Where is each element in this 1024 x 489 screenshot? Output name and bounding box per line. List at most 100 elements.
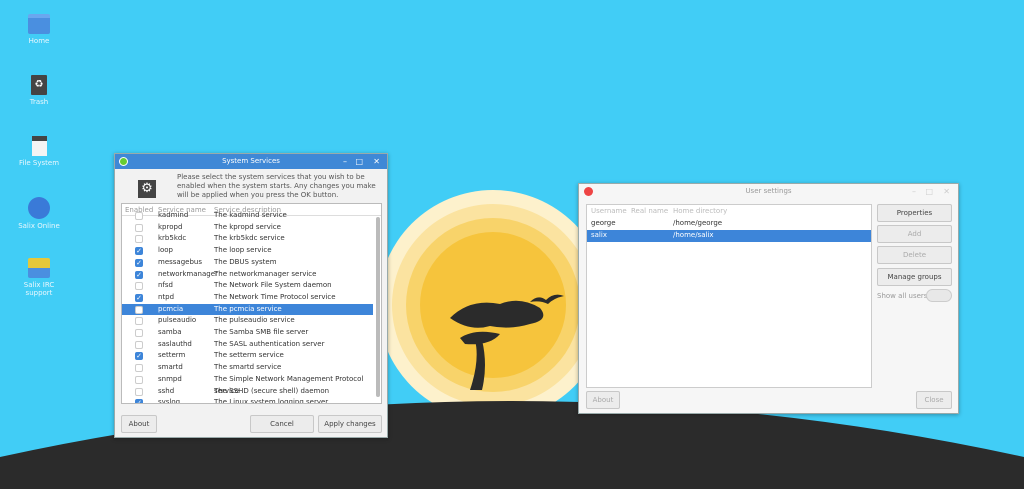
table-row[interactable]: smartd The smartd service <box>122 362 373 374</box>
delete-button[interactable]: Delete <box>877 246 952 264</box>
table-row[interactable]: ✓ ntpd The Network Time Protocol service <box>122 292 373 304</box>
table-row[interactable]: pcmcia The pcmcia service <box>122 303 373 316</box>
table-row[interactable]: nfsd The Network File System daemon <box>122 280 373 292</box>
checkbox-checked[interactable]: ✓ <box>135 270 143 279</box>
title-bar: User settings – □ ✕ <box>579 184 958 199</box>
service-description: The smartd service <box>214 363 282 372</box>
checkbox-unchecked[interactable] <box>135 212 143 220</box>
table-row[interactable]: sshd The SSHD (secure shell) daemon <box>122 386 373 398</box>
maximize-button[interactable]: □ <box>355 154 363 169</box>
home-directory: /home/george <box>673 219 723 227</box>
checkbox-unchecked[interactable] <box>135 329 143 337</box>
service-name: snmpd <box>158 374 182 383</box>
service-description: The loop service <box>214 246 272 255</box>
table-row[interactable]: snmpd The Simple Network Management Proto… <box>122 374 373 395</box>
checkbox-checked[interactable]: ✓ <box>135 399 143 403</box>
table-row[interactable]: krb5kdc The krb5kdc service <box>122 233 373 245</box>
table-row[interactable]: saslauthd The SASL authentication server <box>122 339 373 351</box>
table-row[interactable]: samba The Samba SMB file server <box>122 327 373 339</box>
table-row[interactable]: george/home/george <box>587 218 871 230</box>
scrollbar[interactable] <box>376 217 380 397</box>
desktop-icon[interactable]: File System <box>14 136 64 167</box>
service-name: saslauthd <box>158 339 192 348</box>
service-name: syslog <box>158 398 181 404</box>
maximize-button[interactable]: □ <box>925 184 933 199</box>
table-row[interactable]: kadmind The kadmind service <box>122 210 373 222</box>
desktop-icon-label: Home <box>28 37 50 45</box>
users-table[interactable]: Username Real name Home directory george… <box>586 204 872 388</box>
window-title: System Services <box>222 157 280 165</box>
drive-icon <box>14 136 64 156</box>
service-name: krb5kdc <box>158 234 187 243</box>
desktop-icon[interactable]: ♻ Trash <box>14 75 64 106</box>
checkbox-checked[interactable]: ✓ <box>135 293 143 302</box>
checkbox-unchecked[interactable] <box>135 305 143 314</box>
minimize-button[interactable]: – <box>912 184 916 199</box>
column-real-name[interactable]: Real name <box>631 207 668 215</box>
service-description: The pcmcia service <box>214 304 282 313</box>
services-table[interactable]: Enabled Service name Service description… <box>121 203 382 404</box>
desktop-icon-label: Salix Online <box>18 222 60 230</box>
close-dialog-button[interactable]: Close <box>916 391 952 409</box>
checkbox-unchecked[interactable] <box>135 375 143 384</box>
user-settings-window: User settings – □ ✕ Username Real name H… <box>578 183 959 414</box>
service-name: setterm <box>158 351 186 360</box>
username: salix <box>591 231 607 239</box>
table-row[interactable]: ✓ networkmanager The networkmanager servic… <box>122 269 373 281</box>
apply-changes-button[interactable]: Apply changes <box>318 415 382 433</box>
service-name: messagebus <box>158 257 202 266</box>
add-button[interactable]: Add <box>877 225 952 243</box>
minimize-button[interactable]: – <box>343 154 347 169</box>
table-row[interactable]: ✓ syslog The Linux system logging server <box>122 397 373 404</box>
checkbox-unchecked[interactable] <box>135 223 143 232</box>
about-button[interactable]: About <box>121 415 157 433</box>
desktop-icon[interactable]: Home <box>14 14 64 45</box>
close-button[interactable]: ✕ <box>373 154 380 169</box>
chat-icon <box>14 258 64 278</box>
properties-button[interactable]: Properties <box>877 204 952 222</box>
checkbox-checked[interactable]: ✓ <box>135 247 143 256</box>
column-home-directory[interactable]: Home directory <box>673 207 727 215</box>
service-description: The SSHD (secure shell) daemon <box>214 386 330 395</box>
desktop-icon-label: File System <box>18 159 60 167</box>
service-description: The kpropd service <box>214 222 281 231</box>
service-description: The Network Time Protocol service <box>214 292 336 301</box>
desktop-icon[interactable]: Salix Online <box>14 197 64 230</box>
manage-groups-button[interactable]: Manage groups <box>877 268 952 286</box>
service-description: The pulseaudio service <box>214 316 295 325</box>
checkbox-unchecked[interactable] <box>135 387 143 396</box>
table-row[interactable]: kpropd The kpropd service <box>122 222 373 234</box>
desktop-icon[interactable]: Salix IRC support <box>14 258 64 297</box>
checkbox-unchecked[interactable] <box>135 364 143 373</box>
table-row[interactable]: salix/home/salix <box>587 230 871 242</box>
service-name: samba <box>158 328 182 336</box>
system-services-window: System Services – □ ✕ ⚙ Please select th… <box>114 153 388 438</box>
checkbox-unchecked[interactable] <box>135 282 143 291</box>
globe-icon <box>14 197 64 219</box>
table-row[interactable]: ✓ messagebus The DBUS system <box>122 257 373 269</box>
checkbox-unchecked[interactable] <box>135 317 143 326</box>
checkbox-unchecked[interactable] <box>135 235 143 244</box>
show-all-users-toggle[interactable] <box>926 289 952 302</box>
app-icon <box>119 157 128 166</box>
service-name: sshd <box>158 386 175 395</box>
column-username[interactable]: Username <box>591 207 627 215</box>
cancel-button[interactable]: Cancel <box>250 415 314 433</box>
about-button[interactable]: About <box>586 391 620 409</box>
service-description: The krb5kdc service <box>214 234 285 243</box>
table-row[interactable]: pulseaudio The pulseaudio service <box>122 315 373 327</box>
table-row[interactable]: ✓ loop The loop service <box>122 245 373 257</box>
service-name: kpropd <box>158 222 183 231</box>
service-description: The Samba SMB file server <box>214 328 309 336</box>
service-name: networkmanager <box>158 269 218 278</box>
service-description: The SASL authentication server <box>214 339 325 348</box>
checkbox-checked[interactable]: ✓ <box>135 352 143 361</box>
title-bar: System Services – □ ✕ <box>115 154 387 169</box>
checkbox-unchecked[interactable] <box>135 340 143 349</box>
checkbox-checked[interactable]: ✓ <box>135 258 143 267</box>
close-button[interactable]: ✕ <box>943 184 950 199</box>
table-row[interactable]: ✓ setterm The setterm service <box>122 350 373 362</box>
service-name: loop <box>158 246 173 255</box>
home-directory: /home/salix <box>673 231 714 239</box>
service-description: The networkmanager service <box>214 269 317 278</box>
